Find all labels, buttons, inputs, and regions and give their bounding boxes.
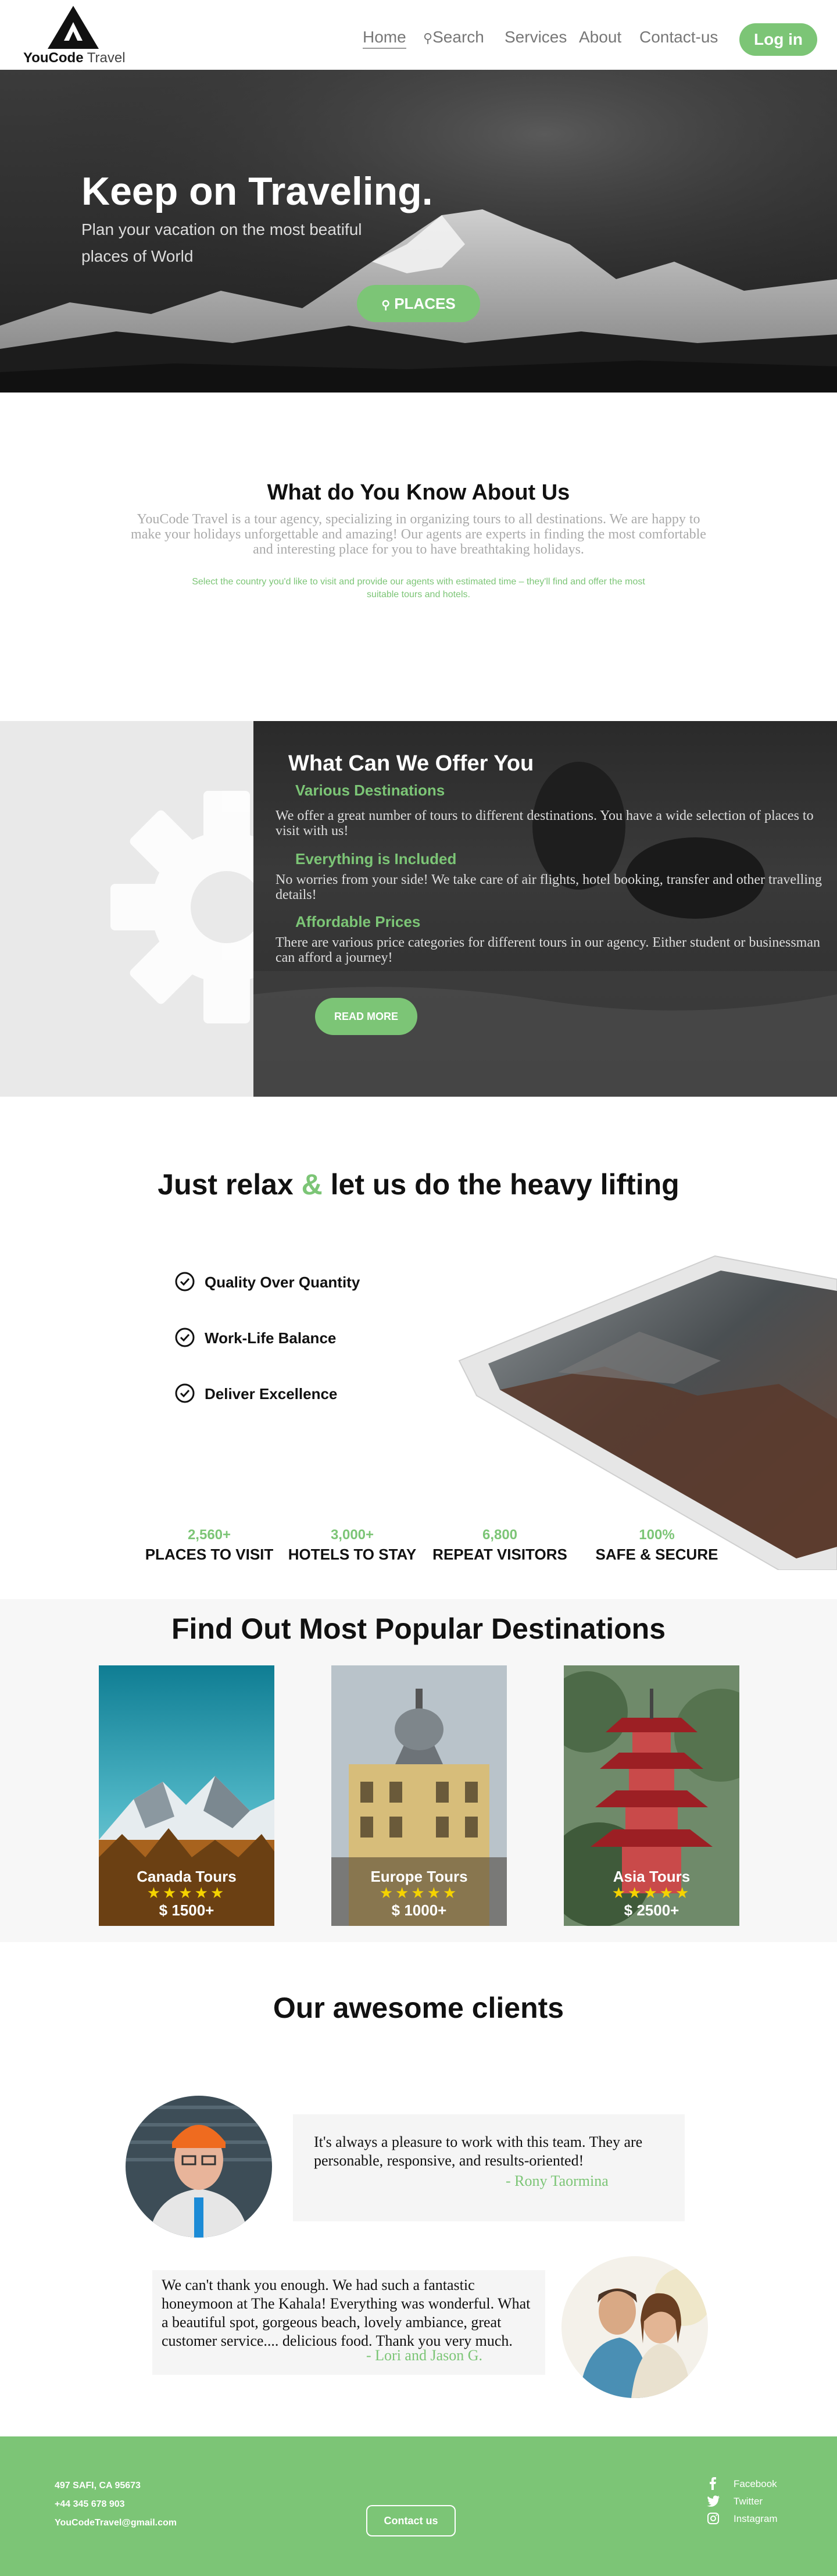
testimonial-card-rony: It's always a pleasure to work with this… — [293, 2114, 685, 2221]
rating-stars: ★★★★★ — [146, 1884, 227, 1901]
nav-contact-link[interactable]: Contact-us — [639, 28, 718, 47]
offer-gear-panel — [0, 721, 253, 1097]
testimonial-card-lori-jason: We can't thank you enough. We had such a… — [152, 2270, 545, 2375]
card-title: Asia Tours — [613, 1868, 691, 1885]
hero-title: Keep on Traveling. — [81, 169, 433, 213]
rating-stars: ★★★★★ — [379, 1884, 459, 1901]
card-price: $ 2500+ — [624, 1901, 679, 1919]
offer-title: What Can We Offer You — [288, 751, 534, 776]
twitter-icon — [707, 2495, 720, 2507]
hero-banner: Keep on Traveling. Plan your vacation on… — [0, 70, 837, 393]
card-title: Canada Tours — [137, 1868, 237, 1885]
testimonial-author: - Rony Taormina — [506, 2172, 609, 2189]
footer-email[interactable]: YouCodeTravel@gmail.com — [55, 2518, 177, 2528]
instagram-icon — [707, 2513, 719, 2524]
testimonial-text: It's always a pleasure to work with this… — [314, 2133, 643, 2169]
contact-us-button[interactable]: Contact us — [366, 2505, 456, 2536]
destination-card-europe[interactable]: Europe Tours ★★★★★ $ 1000+ — [331, 1665, 507, 1926]
stat-hotels: 3,000+ HOTELS TO STAY — [288, 1527, 417, 1563]
nav-home-link[interactable]: Home — [363, 28, 406, 49]
tablet-image — [458, 1255, 837, 1570]
brand-name[interactable]: YouCode Travel — [23, 50, 126, 66]
places-button[interactable]: ⚲ PLACES — [357, 285, 480, 322]
testimonial-text: We can't thank you enough. We had such a… — [162, 2277, 531, 2349]
offer-text-prices: There are various price categories for d… — [276, 935, 820, 965]
footer-phone: +44 345 678 903 — [55, 2499, 125, 2509]
card-price: $ 1000+ — [391, 1901, 447, 1919]
relax-title: Just relax & let us do the heavy lifting — [158, 1168, 679, 1201]
nav-services-link[interactable]: Services — [505, 28, 567, 47]
card-title: Europe Tours — [370, 1868, 468, 1885]
read-more-button[interactable]: READ MORE — [315, 998, 417, 1035]
gear-icon — [110, 791, 253, 1023]
offer-heading-prices: Affordable Prices — [295, 913, 421, 930]
location-icon: ⚲ — [381, 299, 390, 312]
nav-about-link[interactable]: About — [579, 28, 621, 47]
stat-secure: 100% SAFE & SECURE — [595, 1527, 718, 1563]
offer-panel — [253, 721, 837, 1097]
nav-search-link[interactable]: ⚲Search — [423, 28, 484, 47]
about-title: What do You Know About Us — [267, 480, 570, 505]
offer-heading-destinations: Various Destinations — [295, 782, 445, 799]
check-circle-icon — [175, 1328, 195, 1347]
facebook-icon — [710, 2477, 716, 2490]
offer-text-destinations: We offer a great number of tours to diff… — [276, 808, 814, 839]
card-price: $ 1500+ — [159, 1901, 214, 1919]
testimonial-author: - Lori and Jason G. — [366, 2347, 483, 2364]
destination-card-canada[interactable]: Canada Tours ★★★★★ $ 1500+ — [99, 1665, 274, 1926]
rating-stars: ★★★★★ — [611, 1884, 692, 1901]
search-icon: ⚲ — [423, 31, 433, 45]
stat-places: 2,560+ PLACES TO VISIT — [145, 1527, 274, 1563]
stat-visitors: 6,800 REPEAT VISITORS — [432, 1527, 567, 1563]
footer-address: 497 SAFI, CA 95673 — [55, 2481, 141, 2491]
about-note: Select the country you'd like to visit a… — [192, 577, 645, 600]
about-description: YouCode Travel is a tour agency, special… — [131, 512, 706, 557]
offer-heading-included: Everything is Included — [295, 850, 457, 868]
top-navbar: YouCode Travel Home ⚲Search Services Abo… — [0, 0, 837, 70]
clients-title: Our awesome clients — [273, 1992, 564, 2024]
offer-text-included: No worries from your side! We take care … — [276, 872, 822, 902]
logo-icon[interactable] — [46, 5, 100, 50]
destination-card-asia[interactable]: Asia Tours ★★★★★ $ 2500+ — [564, 1665, 739, 1926]
check-circle-icon — [175, 1383, 195, 1403]
client-avatar-couple — [561, 2256, 708, 2398]
destinations-title: Find Out Most Popular Destinations — [171, 1612, 666, 1645]
client-avatar-rony — [126, 2096, 272, 2238]
login-button[interactable]: Log in — [739, 23, 817, 56]
check-circle-icon — [175, 1272, 195, 1291]
hero-subtitle: Plan your vacation on the most beatiful … — [81, 220, 362, 265]
sea-rock-background — [253, 762, 837, 1097]
